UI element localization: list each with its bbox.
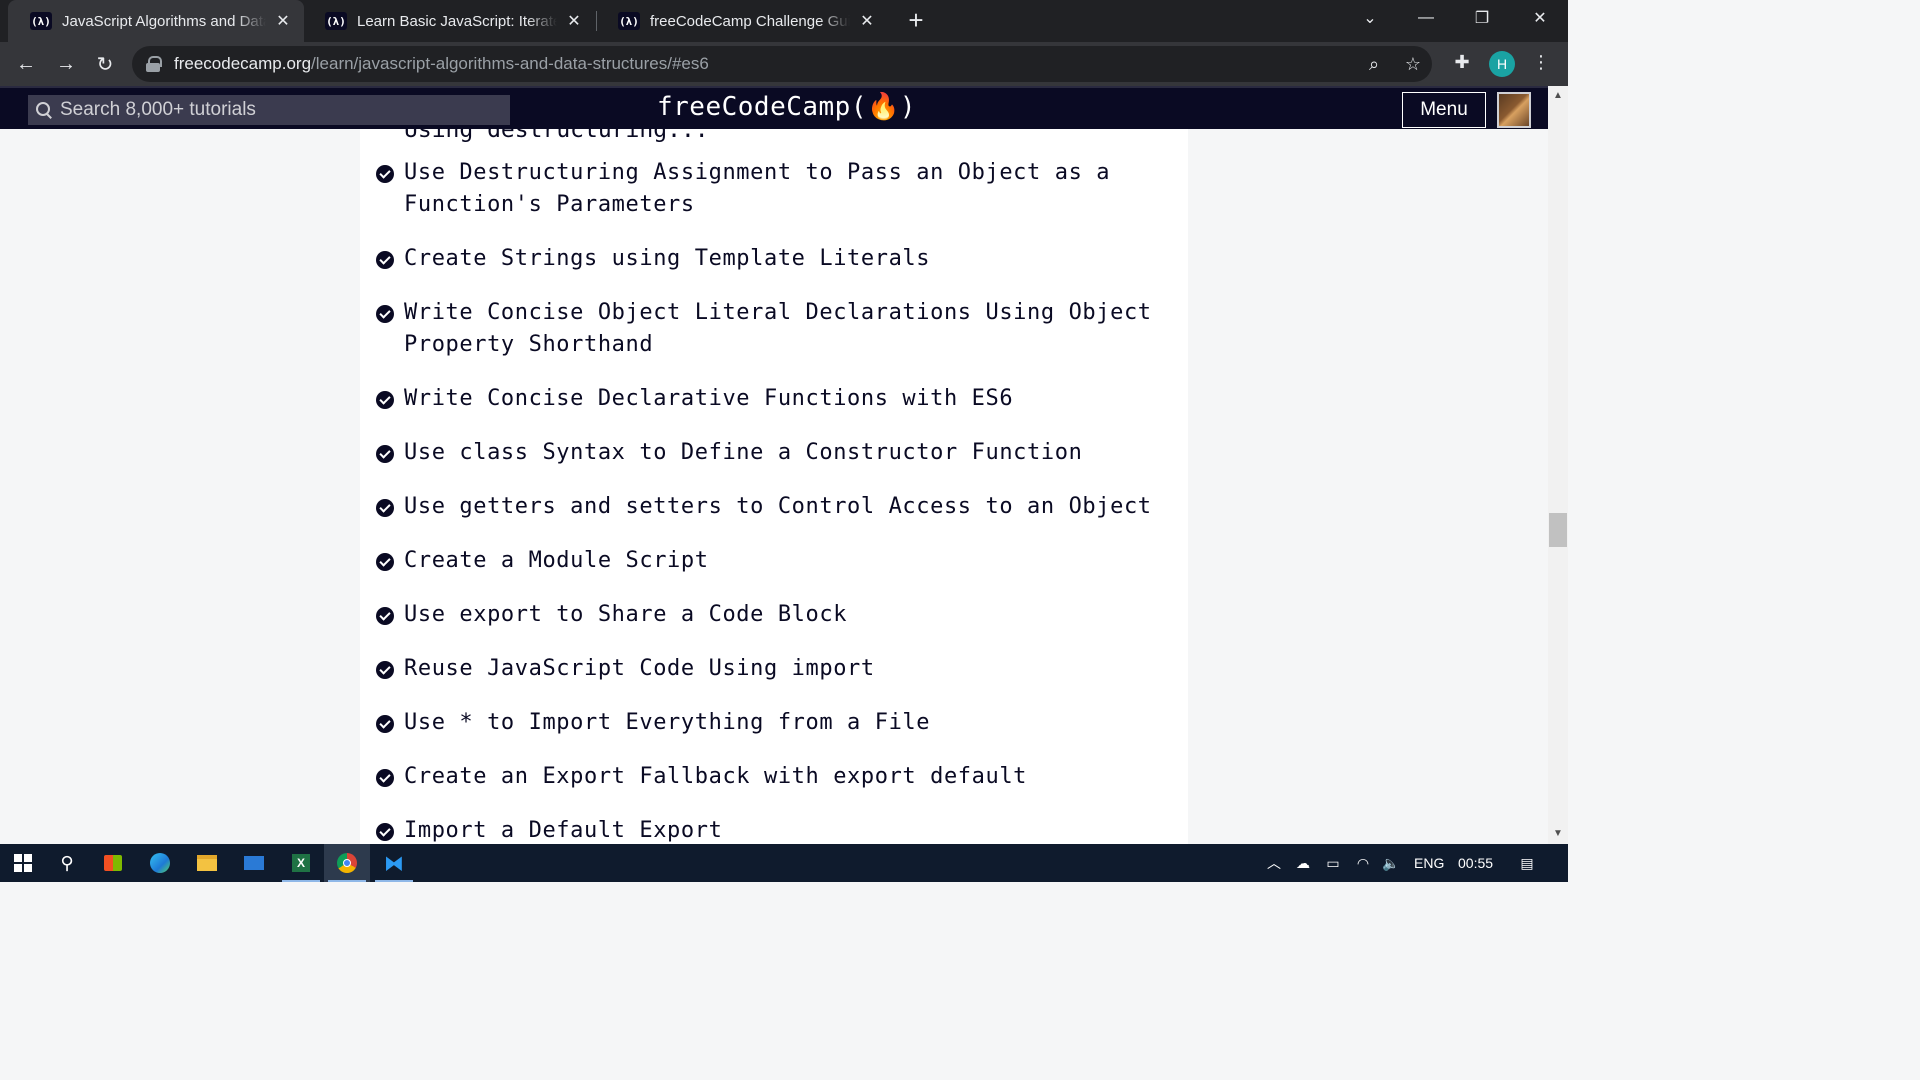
list-item[interactable]: Create a Module Script xyxy=(376,545,1176,577)
lesson-link[interactable]: Reuse JavaScript Code Using import xyxy=(404,653,875,685)
lesson-link[interactable]: Write Concise Declarative Functions with… xyxy=(404,383,1013,415)
lesson-link[interactable]: Use export to Share a Code Block xyxy=(404,599,847,631)
check-circle-icon xyxy=(376,607,394,625)
tab-javascript-algorithms[interactable]: (λ) JavaScript Algorithms and Data Struc… xyxy=(8,0,304,42)
lesson-link[interactable]: Use * to Import Everything from a File xyxy=(404,707,930,739)
lock-icon xyxy=(146,56,162,72)
start-button[interactable] xyxy=(0,844,46,882)
tab-title: JavaScript Algorithms and Data Structure… xyxy=(62,12,266,30)
freecodecamp-favicon-icon: (λ) xyxy=(618,12,640,30)
search-box xyxy=(28,95,510,125)
page-scrollbar[interactable]: ▲ ▼ xyxy=(1548,86,1568,844)
chrome-menu-icon[interactable]: ⋮ xyxy=(1528,52,1554,73)
reload-icon[interactable]: ↻ xyxy=(89,48,121,80)
list-item[interactable]: Import a Default Export xyxy=(376,815,1176,844)
list-item[interactable]: Use Destructuring Assignment to Pass an … xyxy=(376,157,1176,221)
windows-logo-icon xyxy=(14,854,32,872)
windows-taskbar: ⚲ X ⧓ ︿ ☁ ▭ ◠ 🔈 ENG 00:55 ▤ xyxy=(0,844,1568,882)
user-avatar[interactable] xyxy=(1497,92,1531,128)
show-hidden-icons-chevron-icon[interactable]: ︿ xyxy=(1262,844,1286,882)
check-circle-icon xyxy=(376,661,394,679)
check-circle-icon xyxy=(376,391,394,409)
volume-muted-icon[interactable]: 🔈 xyxy=(1379,844,1403,882)
file-explorer-icon[interactable] xyxy=(184,844,230,882)
cut-off-lesson-text: Using destructuring... xyxy=(404,129,709,143)
back-arrow-icon[interactable]: ← xyxy=(10,48,42,80)
lesson-link[interactable]: Create a Module Script xyxy=(404,545,709,577)
battery-icon[interactable]: ▭ xyxy=(1321,844,1345,882)
address-bar[interactable]: freecodecamp.org/learn/javascript-algori… xyxy=(132,46,1432,82)
browser-tab-strip: (λ) JavaScript Algorithms and Data Struc… xyxy=(0,0,1568,42)
lesson-link[interactable]: Import a Default Export xyxy=(404,815,722,844)
list-item[interactable]: Use getters and setters to Control Acces… xyxy=(376,491,1176,523)
onedrive-cloud-icon[interactable]: ☁ xyxy=(1291,844,1315,882)
freecodecamp-favicon-icon: (λ) xyxy=(30,12,52,30)
zoom-icon[interactable]: ⌕ xyxy=(1362,54,1386,75)
scroll-down-arrow-icon[interactable]: ▼ xyxy=(1548,826,1568,842)
list-item[interactable]: Create an Export Fallback with export de… xyxy=(376,761,1176,793)
forward-arrow-icon[interactable]: → xyxy=(50,48,82,80)
close-window-icon[interactable]: ✕ xyxy=(1512,0,1568,36)
restore-icon[interactable]: ❐ xyxy=(1454,0,1510,36)
extensions-puzzle-icon[interactable]: ✚ xyxy=(1449,52,1475,73)
tab-title: Learn Basic JavaScript: Iterate with xyxy=(357,12,557,30)
lesson-link[interactable]: Create an Export Fallback with export de… xyxy=(404,761,1027,793)
menu-button[interactable]: Menu xyxy=(1402,92,1486,128)
mail-icon[interactable] xyxy=(231,844,277,882)
check-circle-icon xyxy=(376,823,394,841)
lesson-link[interactable]: Write Concise Object Literal Declaration… xyxy=(404,297,1176,361)
taskbar-search-icon[interactable]: ⚲ xyxy=(44,844,90,882)
list-item[interactable]: Create Strings using Template Literals xyxy=(376,243,1176,275)
microsoft-store-icon[interactable] xyxy=(90,844,136,882)
check-circle-icon xyxy=(376,445,394,463)
check-circle-icon xyxy=(376,499,394,517)
clock-time[interactable]: 00:55 xyxy=(1458,844,1493,882)
lesson-link[interactable]: Use getters and setters to Control Acces… xyxy=(404,491,1152,523)
lesson-list: Use Destructuring Assignment to Pass an … xyxy=(376,157,1176,844)
search-input[interactable] xyxy=(60,99,480,121)
check-circle-icon xyxy=(376,553,394,571)
minimize-icon[interactable]: — xyxy=(1398,0,1454,36)
close-tab-icon[interactable]: ✕ xyxy=(274,12,292,30)
profile-avatar[interactable]: H xyxy=(1489,51,1515,77)
list-item[interactable]: Use export to Share a Code Block xyxy=(376,599,1176,631)
new-tab-button[interactable]: + xyxy=(902,6,930,34)
tab-title: freeCodeCamp Challenge Guide: xyxy=(650,12,850,30)
tab-challenge-guide[interactable]: (λ) freeCodeCamp Challenge Guide: ✕ xyxy=(596,0,888,42)
list-item[interactable]: Use * to Import Everything from a File xyxy=(376,707,1176,739)
chrome-icon[interactable] xyxy=(324,844,370,882)
browser-toolbar: ← → ↻ freecodecamp.org/learn/javascript-… xyxy=(0,42,1568,86)
input-language[interactable]: ENG xyxy=(1414,844,1444,882)
freecodecamp-logo[interactable]: freeCodeCamp(🔥) xyxy=(657,92,916,122)
freecodecamp-favicon-icon: (λ) xyxy=(325,12,347,30)
fcc-navbar: freeCodeCamp(🔥) Menu xyxy=(0,86,1548,129)
close-tab-icon[interactable]: ✕ xyxy=(565,12,583,30)
bookmark-star-icon[interactable]: ☆ xyxy=(1401,54,1425,75)
main-content: Using destructuring... Use Destructuring… xyxy=(360,129,1188,844)
lesson-link[interactable]: Use Destructuring Assignment to Pass an … xyxy=(404,157,1176,221)
wifi-icon[interactable]: ◠ xyxy=(1351,844,1375,882)
list-item[interactable]: Write Concise Object Literal Declaration… xyxy=(376,297,1176,361)
tab-learn-basic-javascript[interactable]: (λ) Learn Basic JavaScript: Iterate with… xyxy=(303,0,595,42)
scrollbar-thumb[interactable] xyxy=(1549,513,1567,547)
check-circle-icon xyxy=(376,715,394,733)
excel-icon[interactable]: X xyxy=(278,844,324,882)
lesson-link[interactable]: Use class Syntax to Define a Constructor… xyxy=(404,437,1082,469)
vscode-icon[interactable]: ⧓ xyxy=(371,844,417,882)
check-circle-icon xyxy=(376,305,394,323)
list-item[interactable]: Reuse JavaScript Code Using import xyxy=(376,653,1176,685)
url-text: freecodecamp.org/learn/javascript-algori… xyxy=(174,54,709,73)
close-tab-icon[interactable]: ✕ xyxy=(858,12,876,30)
check-circle-icon xyxy=(376,251,394,269)
notifications-icon[interactable]: ▤ xyxy=(1515,844,1539,882)
tab-search-chevron-icon[interactable]: ⌄ xyxy=(1342,0,1398,36)
check-circle-icon xyxy=(376,769,394,787)
search-icon xyxy=(36,102,52,118)
edge-browser-icon[interactable] xyxy=(137,844,183,882)
lesson-link[interactable]: Create Strings using Template Literals xyxy=(404,243,930,275)
check-circle-icon xyxy=(376,165,394,183)
list-item[interactable]: Write Concise Declarative Functions with… xyxy=(376,383,1176,415)
list-item[interactable]: Use class Syntax to Define a Constructor… xyxy=(376,437,1176,469)
scroll-up-arrow-icon[interactable]: ▲ xyxy=(1548,88,1568,104)
